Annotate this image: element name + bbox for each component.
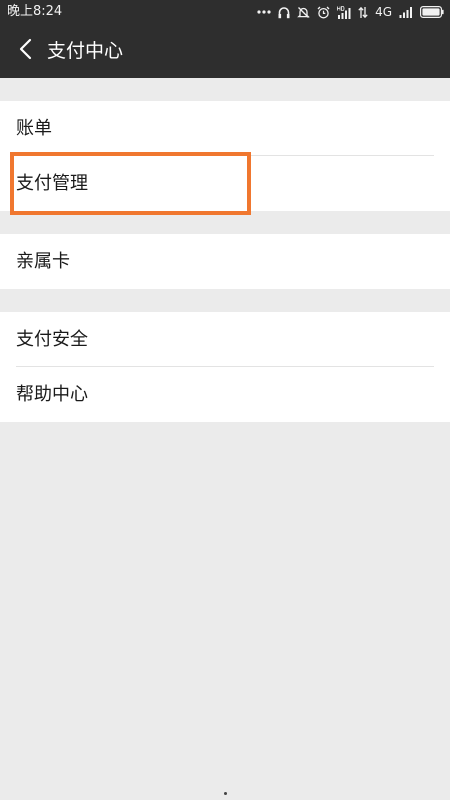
- menu-item-help-center[interactable]: 帮助中心: [0, 367, 450, 422]
- page-title: 支付中心: [47, 40, 124, 62]
- menu-item-label: 支付安全: [16, 329, 88, 350]
- more-dots-icon: [257, 9, 271, 15]
- data-arrows-icon: [358, 6, 368, 19]
- menu-item-label: 账单: [16, 118, 52, 139]
- menu-item-label: 支付管理: [16, 173, 88, 194]
- alarm-icon: [317, 6, 330, 19]
- signal-icon: [399, 6, 413, 18]
- menu-item-label: 亲属卡: [16, 251, 70, 272]
- menu-group-family-card: 亲属卡: [0, 234, 450, 289]
- hd-signal-icon: [337, 5, 351, 19]
- home-indicator-dot: [224, 792, 227, 795]
- headphones-icon: [278, 6, 290, 19]
- status-time: 晚上8:24: [7, 4, 63, 19]
- mute-icon: [297, 6, 310, 19]
- battery-icon: [420, 6, 444, 18]
- status-icons: 4G: [257, 2, 444, 22]
- chevron-left-icon: [18, 38, 32, 64]
- menu-group-billing: 账单 支付管理: [0, 101, 450, 211]
- back-button[interactable]: [8, 32, 42, 70]
- menu-item-bill[interactable]: 账单: [0, 101, 450, 156]
- menu-item-label: 帮助中心: [16, 384, 88, 405]
- menu-item-family-card[interactable]: 亲属卡: [0, 234, 450, 289]
- status-bar: 晚上8:24 4G: [0, 0, 450, 24]
- nav-bar: 支付中心: [0, 24, 450, 78]
- menu-item-payment-management[interactable]: 支付管理: [0, 156, 450, 211]
- menu-group-security: 支付安全 帮助中心: [0, 312, 450, 422]
- menu-item-payment-security[interactable]: 支付安全: [0, 312, 450, 367]
- network-type: 4G: [375, 5, 392, 19]
